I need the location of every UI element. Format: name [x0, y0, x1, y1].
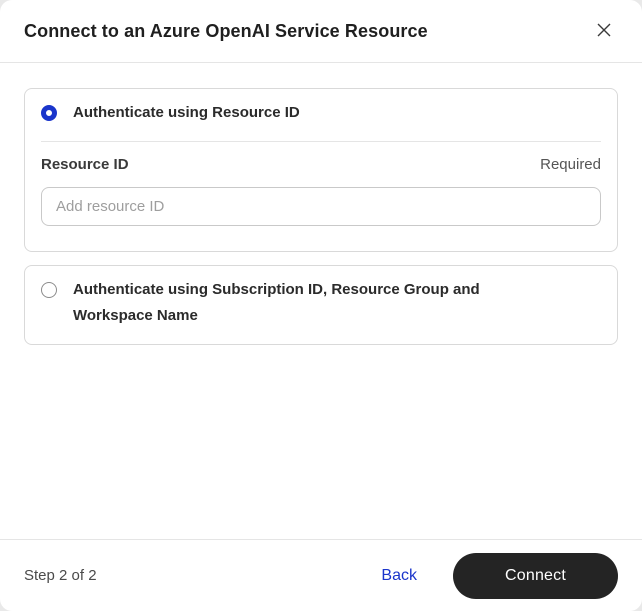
radio-option-label: Authenticate using Subscription ID, Reso…	[73, 281, 480, 324]
radio-selected-icon[interactable]	[41, 105, 57, 121]
radio-option-subscription[interactable]: Authenticate using Subscription ID, Reso…	[25, 266, 617, 344]
radio-unselected-icon[interactable]	[41, 282, 57, 298]
field-header: Resource ID Required	[41, 156, 601, 173]
dialog-body: Authenticate using Resource ID Resource …	[0, 63, 642, 539]
dialog-header: Connect to an Azure OpenAI Service Resou…	[0, 0, 642, 63]
resource-id-field-section: Resource ID Required	[25, 142, 617, 251]
step-indicator: Step 2 of 2	[24, 567, 97, 584]
radio-option-label: Authenticate using Resource ID	[73, 104, 300, 121]
option-card-subscription: Authenticate using Subscription ID, Reso…	[24, 265, 618, 345]
radio-option-resource-id[interactable]: Authenticate using Resource ID	[25, 89, 617, 141]
close-button[interactable]	[590, 17, 618, 45]
footer-actions: Back Connect	[381, 552, 618, 599]
back-button[interactable]: Back	[381, 567, 417, 585]
connect-azure-openai-dialog: Connect to an Azure OpenAI Service Resou…	[0, 0, 642, 611]
option-card-resource-id: Authenticate using Resource ID Resource …	[24, 88, 618, 252]
required-badge: Required	[540, 156, 601, 173]
resource-id-label: Resource ID	[41, 156, 129, 173]
dialog-footer: Step 2 of 2 Back Connect	[0, 539, 642, 611]
resource-id-input[interactable]	[41, 187, 601, 226]
close-icon	[596, 22, 612, 41]
connect-button[interactable]: Connect	[453, 552, 618, 599]
page-title: Connect to an Azure OpenAI Service Resou…	[24, 20, 428, 41]
